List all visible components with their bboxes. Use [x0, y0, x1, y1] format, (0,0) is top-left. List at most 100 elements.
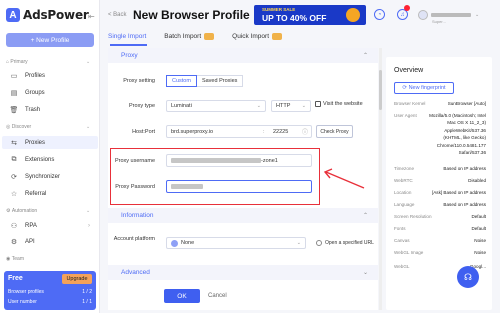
- sidebar-item-groups[interactable]: ▤ Groups: [9, 88, 94, 98]
- overview-title: Overview: [394, 67, 424, 74]
- proxy-username-input[interactable]: -zone1: [166, 154, 312, 167]
- open-specified-url-radio[interactable]: Open a specified URL: [316, 240, 374, 246]
- new-fingerprint-button[interactable]: ⟳ New fingerprint: [394, 82, 454, 94]
- support-chat-button[interactable]: ☊: [457, 266, 479, 288]
- proxy-password-input[interactable]: [166, 180, 312, 193]
- user-agent-value: Mozilla/5.0 (Macintosh; Intel Mac OS X 1…: [424, 112, 486, 156]
- banner-graphic-icon: [346, 8, 360, 22]
- proxy-type-select[interactable]: Luminati ⌄: [166, 100, 266, 112]
- host-port-input: brd.superproxy.io : 22225 ⓘ: [166, 125, 312, 138]
- back-link[interactable]: < Back: [108, 12, 127, 18]
- proxy-password-label: Proxy Password: [115, 184, 155, 190]
- sidebar-item-synchronizer[interactable]: ⟳ Synchronizer: [9, 172, 94, 182]
- collapse-sidebar-icon[interactable]: ⇤: [88, 12, 95, 21]
- overview-value: Noise: [474, 250, 486, 255]
- check-proxy-button[interactable]: Check Proxy: [316, 125, 353, 138]
- section-discover[interactable]: ◎ Discover ⌄: [6, 124, 90, 130]
- upgrade-button[interactable]: Upgrade: [62, 274, 92, 284]
- proxy-type-label: Proxy type: [129, 103, 155, 109]
- cancel-button[interactable]: Cancel: [208, 293, 227, 299]
- new-fingerprint-label: New fingerprint: [408, 85, 446, 91]
- host-input[interactable]: brd.superproxy.io: [171, 129, 213, 135]
- overview-row: Location [Ask] Based on IP address: [394, 190, 486, 195]
- plan-profiles-row: Browser profiles 1 / 2: [8, 289, 92, 295]
- sidebar-item-label: Proxies: [25, 140, 46, 146]
- saved-proxies-option[interactable]: Saved Proxies: [196, 75, 244, 87]
- section-automation[interactable]: ⚙ Automation ⌄: [6, 208, 90, 214]
- tab-label: Single Import: [108, 33, 147, 40]
- section-title: Proxy: [121, 52, 138, 59]
- section-discover-label: Discover: [11, 124, 32, 130]
- chevron-down-icon: ⌄: [256, 103, 261, 109]
- tab-single-import[interactable]: Single Import: [108, 33, 146, 44]
- new-profile-button[interactable]: + New Profile: [6, 33, 94, 47]
- section-title: Information: [121, 212, 154, 219]
- help-icon[interactable]: ◔: [374, 9, 385, 20]
- overview-value: Disabled: [468, 178, 486, 183]
- sidebar-item-profiles[interactable]: ▭ Profiles: [9, 71, 94, 81]
- account-platform-label: Account platform: [113, 236, 155, 242]
- overview-row: Browser Kernel SunBrowser [Auto]: [394, 101, 486, 106]
- chevron-down-icon: ⌄: [475, 12, 480, 18]
- sidebar-item-label: RPA: [25, 223, 37, 229]
- ua-line: Safari/537.36: [458, 150, 486, 156]
- tab-label: Quick Import: [232, 33, 269, 40]
- information-section-header[interactable]: Information ⌃: [108, 208, 378, 223]
- custom-option[interactable]: Custom: [166, 75, 197, 87]
- overview-key: Browser Kernel: [394, 101, 426, 106]
- tab-batch-import[interactable]: Batch Import: [164, 33, 215, 44]
- sidebar-item-api[interactable]: ⚙ API: [9, 237, 94, 247]
- overview-key: Fonts: [394, 226, 406, 231]
- logo-icon: A: [6, 8, 20, 22]
- host-port-label: Host:Port: [132, 129, 155, 135]
- headset-icon: ☊: [464, 271, 472, 282]
- sidebar-item-trash[interactable]: 🗑 Trash: [9, 105, 94, 115]
- overview-value: [Ask] Based on IP address: [431, 190, 486, 195]
- sidebar-item-extensions[interactable]: ⧉ Extensions: [9, 155, 94, 165]
- section-team[interactable]: ◉ Team: [6, 256, 24, 262]
- page-title: New Browser Profile: [133, 8, 250, 22]
- scrollbar-thumb[interactable]: [379, 70, 382, 110]
- chevron-right-icon: ›: [88, 223, 90, 229]
- port-input[interactable]: 22225: [273, 129, 288, 135]
- globe-icon: [171, 239, 178, 247]
- sidebar-item-referral[interactable]: ☆ Referral: [9, 189, 94, 199]
- ua-line: Mozilla/5.0 (Macintosh; Intel: [429, 113, 486, 118]
- ok-button[interactable]: OK: [164, 289, 200, 303]
- plan-card: Free Upgrade Browser profiles 1 / 2 User…: [4, 271, 96, 310]
- advanced-section-header[interactable]: Advanced ⌄: [108, 265, 378, 280]
- overview-key: WebGL: [394, 264, 410, 269]
- checkbox-icon: [315, 101, 321, 107]
- section-primary[interactable]: ⌂ Primary ⌄: [6, 59, 90, 65]
- overview-key: WebGL Image: [394, 250, 424, 255]
- sidebar-item-label: Trash: [25, 107, 41, 113]
- user-menu[interactable]: ⌄ Super...: [418, 8, 498, 24]
- app-logo[interactable]: A AdsPower: [6, 8, 89, 22]
- visit-website-checkbox[interactable]: Visit the website: [315, 101, 363, 107]
- promo-banner[interactable]: SUMMER SALE UP TO 40% OFF: [254, 5, 366, 25]
- plan-users-label: User number: [8, 299, 37, 305]
- tab-quick-import[interactable]: Quick Import: [232, 33, 282, 44]
- overview-value: Default: [471, 214, 486, 219]
- star-icon: ☆: [10, 191, 18, 198]
- sidebar-item-proxies[interactable]: ⇆ Proxies: [9, 138, 94, 148]
- overview-key: Canvas: [394, 238, 410, 243]
- account-platform-select[interactable]: None ⌄: [166, 237, 306, 249]
- chevron-up-icon: ⌃: [362, 213, 368, 219]
- chevron-down-icon: ⌄: [86, 124, 91, 130]
- overview-value: SunBrowser [Auto]: [447, 101, 486, 106]
- plan-name: Free: [8, 275, 23, 282]
- chevron-up-icon: ⌃: [362, 53, 368, 59]
- overview-key: Language: [394, 202, 415, 207]
- protocol-select[interactable]: HTTP ⌄: [271, 100, 311, 112]
- username-suffix: -zone1: [261, 157, 278, 164]
- ua-line: Chrome/110.0.5481.177: [436, 142, 486, 148]
- overview-value: Based on IP address: [443, 166, 486, 171]
- info-icon: ⓘ: [301, 130, 308, 136]
- overview-row: WebRTC Disabled: [394, 178, 486, 183]
- proxy-setting-toggle: Custom Saved Proxies: [166, 75, 244, 87]
- proxy-section-header[interactable]: Proxy ⌃: [108, 48, 378, 63]
- sidebar-item-rpa[interactable]: ⚇ RPA ›: [9, 221, 94, 231]
- proxy-icon: ⇆: [11, 140, 17, 147]
- section-team-label: Team: [11, 256, 24, 262]
